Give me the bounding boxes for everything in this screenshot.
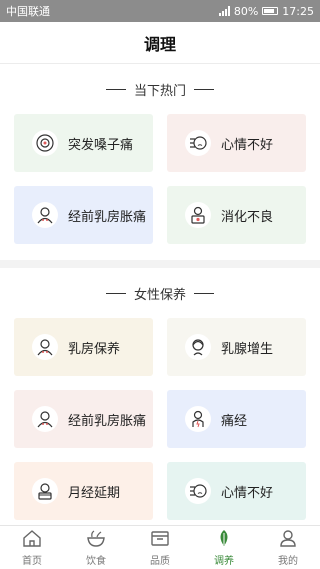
box-icon <box>150 529 170 550</box>
title-bar: 调理 <box>0 22 320 64</box>
mood-icon <box>185 130 211 156</box>
home-icon <box>22 529 42 550</box>
card-delayed-period[interactable]: 月经延期 <box>14 462 153 520</box>
section-header-hot: 当下热门 <box>0 64 320 114</box>
page-title: 调理 <box>143 34 176 54</box>
tab-label: 品质 <box>150 555 170 567</box>
card-label: 痛经 <box>221 413 248 429</box>
card-bad-mood[interactable]: 心情不好 <box>167 114 306 172</box>
tab-label: 我的 <box>278 555 298 567</box>
battery-icon <box>262 7 279 15</box>
section-title: 当下热门 <box>133 83 186 99</box>
card-label: 月经延期 <box>68 485 121 501</box>
card-premenstrual-breast-pain[interactable]: 经前乳房胀痛 <box>14 186 153 244</box>
card-label: 乳房保养 <box>68 341 121 357</box>
hot-grid: 突发嗓子痛 心情不好 经前乳房胀痛 消化不良 <box>0 114 320 258</box>
divider-line <box>194 292 214 294</box>
status-bar: 中国联通 80% 17:25 <box>0 0 320 22</box>
divider-line <box>194 88 214 90</box>
throat-icon <box>32 130 58 156</box>
card-dysmenorrhea[interactable]: 痛经 <box>167 390 306 448</box>
card-premenstrual-breast-pain-2[interactable]: 经前乳房胀痛 <box>14 390 153 448</box>
signal-icon <box>218 6 230 16</box>
bowl-icon <box>86 529 106 550</box>
section-header-female: 女性保养 <box>0 268 320 318</box>
user-icon <box>278 529 298 550</box>
divider-line <box>105 292 126 294</box>
tab-label: 调养 <box>214 555 234 567</box>
tab-care[interactable]: 调养 <box>192 526 256 569</box>
carrier-name: 中国联通 <box>6 5 50 18</box>
main-content[interactable]: 当下热门 突发嗓子痛 心情不好 经前乳房胀痛 消化不良 女性保养 乳房保养 乳腺… <box>0 64 320 525</box>
card-indigestion[interactable]: 消化不良 <box>167 186 306 244</box>
tab-mine[interactable]: 我的 <box>256 526 320 569</box>
tab-label: 饮食 <box>86 555 106 567</box>
clock: 17:25 <box>282 4 314 18</box>
tab-diet[interactable]: 饮食 <box>64 526 128 569</box>
battery-percent: 80% <box>233 4 259 18</box>
card-label: 乳腺增生 <box>221 341 274 357</box>
section-divider <box>0 260 320 268</box>
woman-face-icon <box>185 334 211 360</box>
woman-icon <box>32 334 58 360</box>
leaf-icon <box>214 529 234 550</box>
card-label: 经前乳房胀痛 <box>68 413 147 429</box>
card-label: 消化不良 <box>221 209 274 225</box>
tab-quality[interactable]: 品质 <box>128 526 192 569</box>
card-mammary-hyperplasia[interactable]: 乳腺增生 <box>167 318 306 376</box>
woman-icon <box>32 406 58 432</box>
card-sudden-sore-throat[interactable]: 突发嗓子痛 <box>14 114 153 172</box>
card-bad-mood-2[interactable]: 心情不好 <box>167 462 306 520</box>
pain-icon <box>185 406 211 432</box>
card-breast-care[interactable]: 乳房保养 <box>14 318 153 376</box>
divider-line <box>105 88 126 90</box>
section-title: 女性保养 <box>133 287 186 303</box>
card-label: 心情不好 <box>221 137 274 153</box>
bottom-tab-bar: 首页 饮食 品质 调养 我的 <box>0 525 320 569</box>
woman-icon <box>32 202 58 228</box>
stomach-icon <box>185 202 211 228</box>
calendar-face-icon <box>32 478 58 504</box>
tab-label: 首页 <box>22 555 42 567</box>
mood-icon <box>185 478 211 504</box>
female-grid: 乳房保养 乳腺增生 经前乳房胀痛 痛经 月经延期 心情不好 <box>0 318 320 525</box>
tab-home[interactable]: 首页 <box>0 526 64 569</box>
card-label: 经前乳房胀痛 <box>68 209 147 225</box>
card-label: 突发嗓子痛 <box>68 137 134 153</box>
card-label: 心情不好 <box>221 485 274 501</box>
